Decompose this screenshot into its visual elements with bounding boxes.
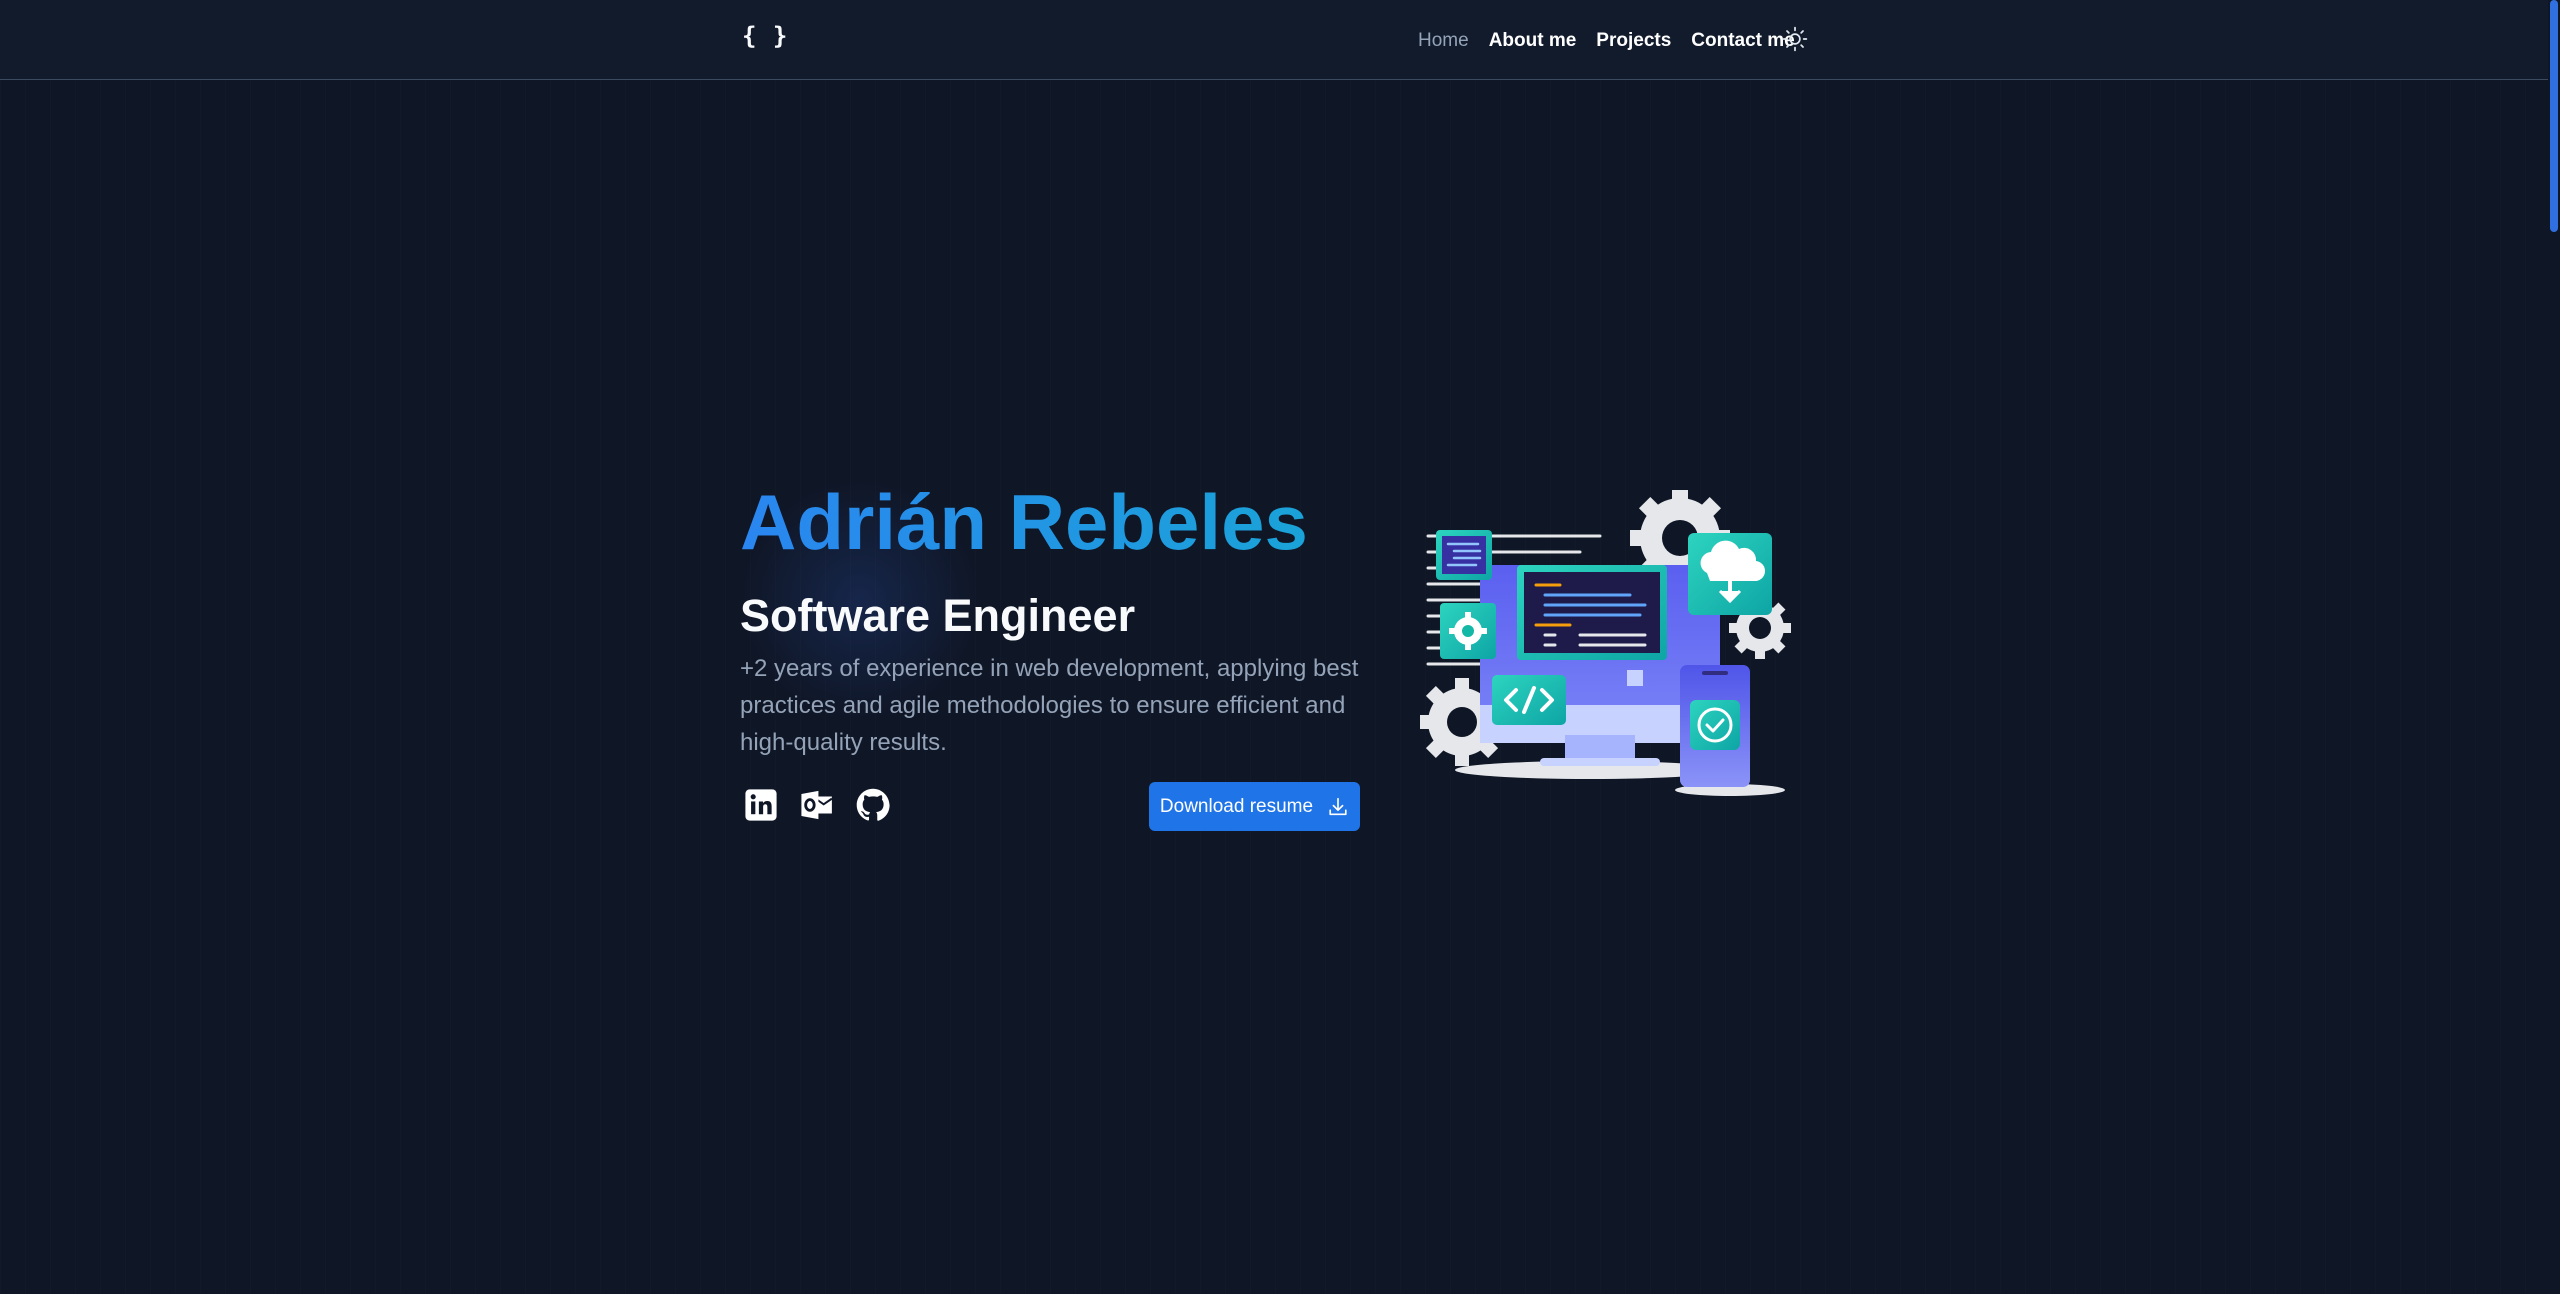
scrollbar-thumb[interactable] <box>2550 0 2558 232</box>
hero-role: Software Engineer <box>740 590 1136 641</box>
code-tag-tile <box>1492 675 1566 725</box>
nav-contact-me[interactable]: Contact me <box>1691 30 1794 52</box>
scrollbar[interactable] <box>2548 0 2560 1294</box>
nav-about-me[interactable]: About me <box>1489 30 1577 52</box>
document-icon <box>1436 530 1492 580</box>
download-resume-label: Download resume <box>1159 795 1314 817</box>
github-icon[interactable] <box>856 788 890 822</box>
developer-illustration <box>1420 490 1791 796</box>
hero-name: Adrián Rebeles <box>740 478 1308 566</box>
cloud-download-tile <box>1688 533 1772 615</box>
nav-home[interactable]: Home <box>1418 30 1469 52</box>
settings-tile <box>1440 603 1496 659</box>
main-nav: Home About me Projects Contact me <box>1418 30 1795 52</box>
download-resume-button[interactable]: Download resume <box>1149 782 1360 831</box>
sun-icon[interactable] <box>1782 26 1808 52</box>
hero-description: +2 years of experience in web developmen… <box>740 655 1359 756</box>
download-icon <box>1329 797 1347 815</box>
phone <box>1680 665 1750 787</box>
nav-projects[interactable]: Projects <box>1596 30 1671 52</box>
outlook-icon[interactable] <box>800 788 834 822</box>
top-navbar: { } Home About me Projects Contact me <box>0 0 2560 80</box>
social-links <box>744 788 890 822</box>
logo[interactable]: { } <box>742 22 788 50</box>
linkedin-icon[interactable] <box>744 788 778 822</box>
code-window <box>1517 565 1667 660</box>
